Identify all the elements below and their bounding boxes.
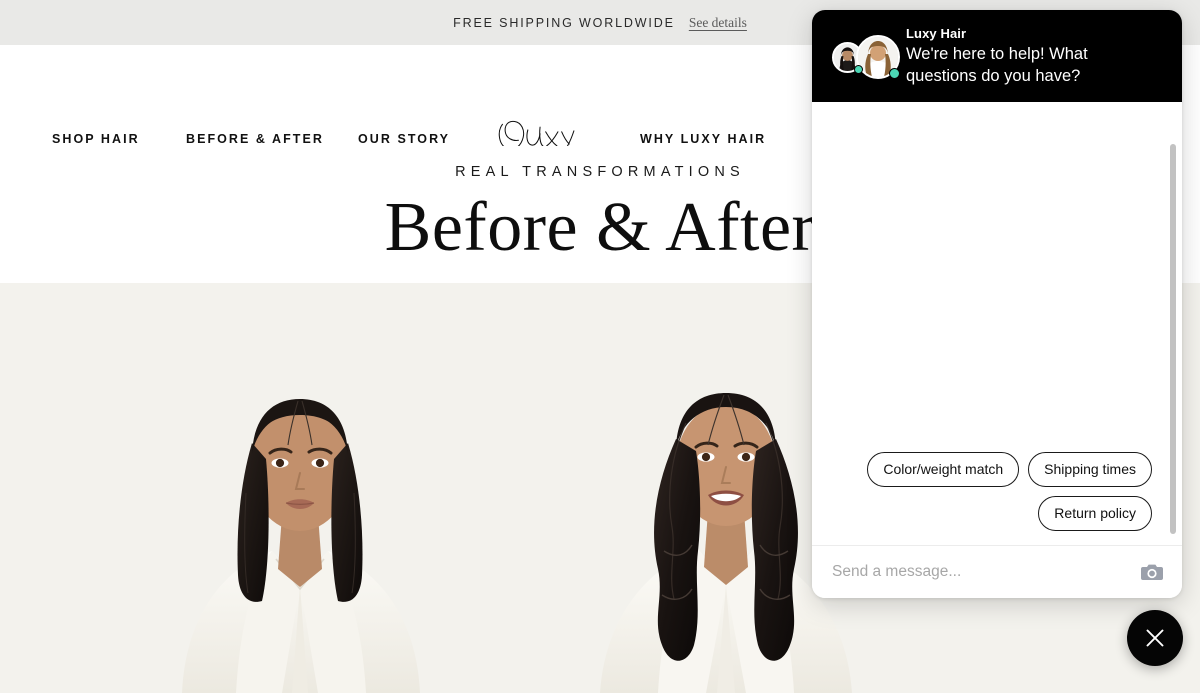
quick-reply-return-policy[interactable]: Return policy [1038,496,1152,531]
quick-reply-color-weight-match[interactable]: Color/weight match [867,452,1020,487]
nav-item-shop-hair[interactable]: SHOP HAIR [52,132,140,146]
see-details-link[interactable]: See details [689,15,747,31]
chat-message-list: Color/weight match Shipping times Return… [812,102,1182,545]
online-status-dot [854,65,863,74]
announcement-text: FREE SHIPPING WORLDWIDE [453,15,675,30]
chat-input-row [812,545,1182,598]
page-root: FREE SHIPPING WORLDWIDE See details SHOP… [0,0,1200,693]
close-icon [1146,629,1164,647]
chat-header: Luxy Hair We're here to help! What quest… [812,10,1182,102]
chat-widget-panel: Luxy Hair We're here to help! What quest… [812,10,1182,598]
chat-brand-name: Luxy Hair [906,25,967,41]
chat-greeting-message: We're here to help! What questions do yo… [906,44,1088,85]
chat-close-button[interactable] [1127,610,1183,666]
nav-item-before-after[interactable]: BEFORE & AFTER [186,132,324,146]
camera-icon[interactable] [1140,560,1164,584]
agent-avatars [832,33,900,79]
nav-item-our-story[interactable]: OUR STORY [358,132,450,146]
quick-reply-group: Color/weight match Shipping times Return… [828,452,1166,531]
online-status-dot [889,68,900,79]
chat-header-text: Luxy Hair We're here to help! What quest… [906,26,1161,87]
before-photo [86,283,514,693]
quick-reply-shipping-times[interactable]: Shipping times [1028,452,1152,487]
chat-message-input[interactable] [832,563,1130,581]
chat-scrollbar[interactable] [1170,144,1176,534]
nav-item-why-luxy-hair[interactable]: WHY LUXY HAIR [640,132,766,146]
